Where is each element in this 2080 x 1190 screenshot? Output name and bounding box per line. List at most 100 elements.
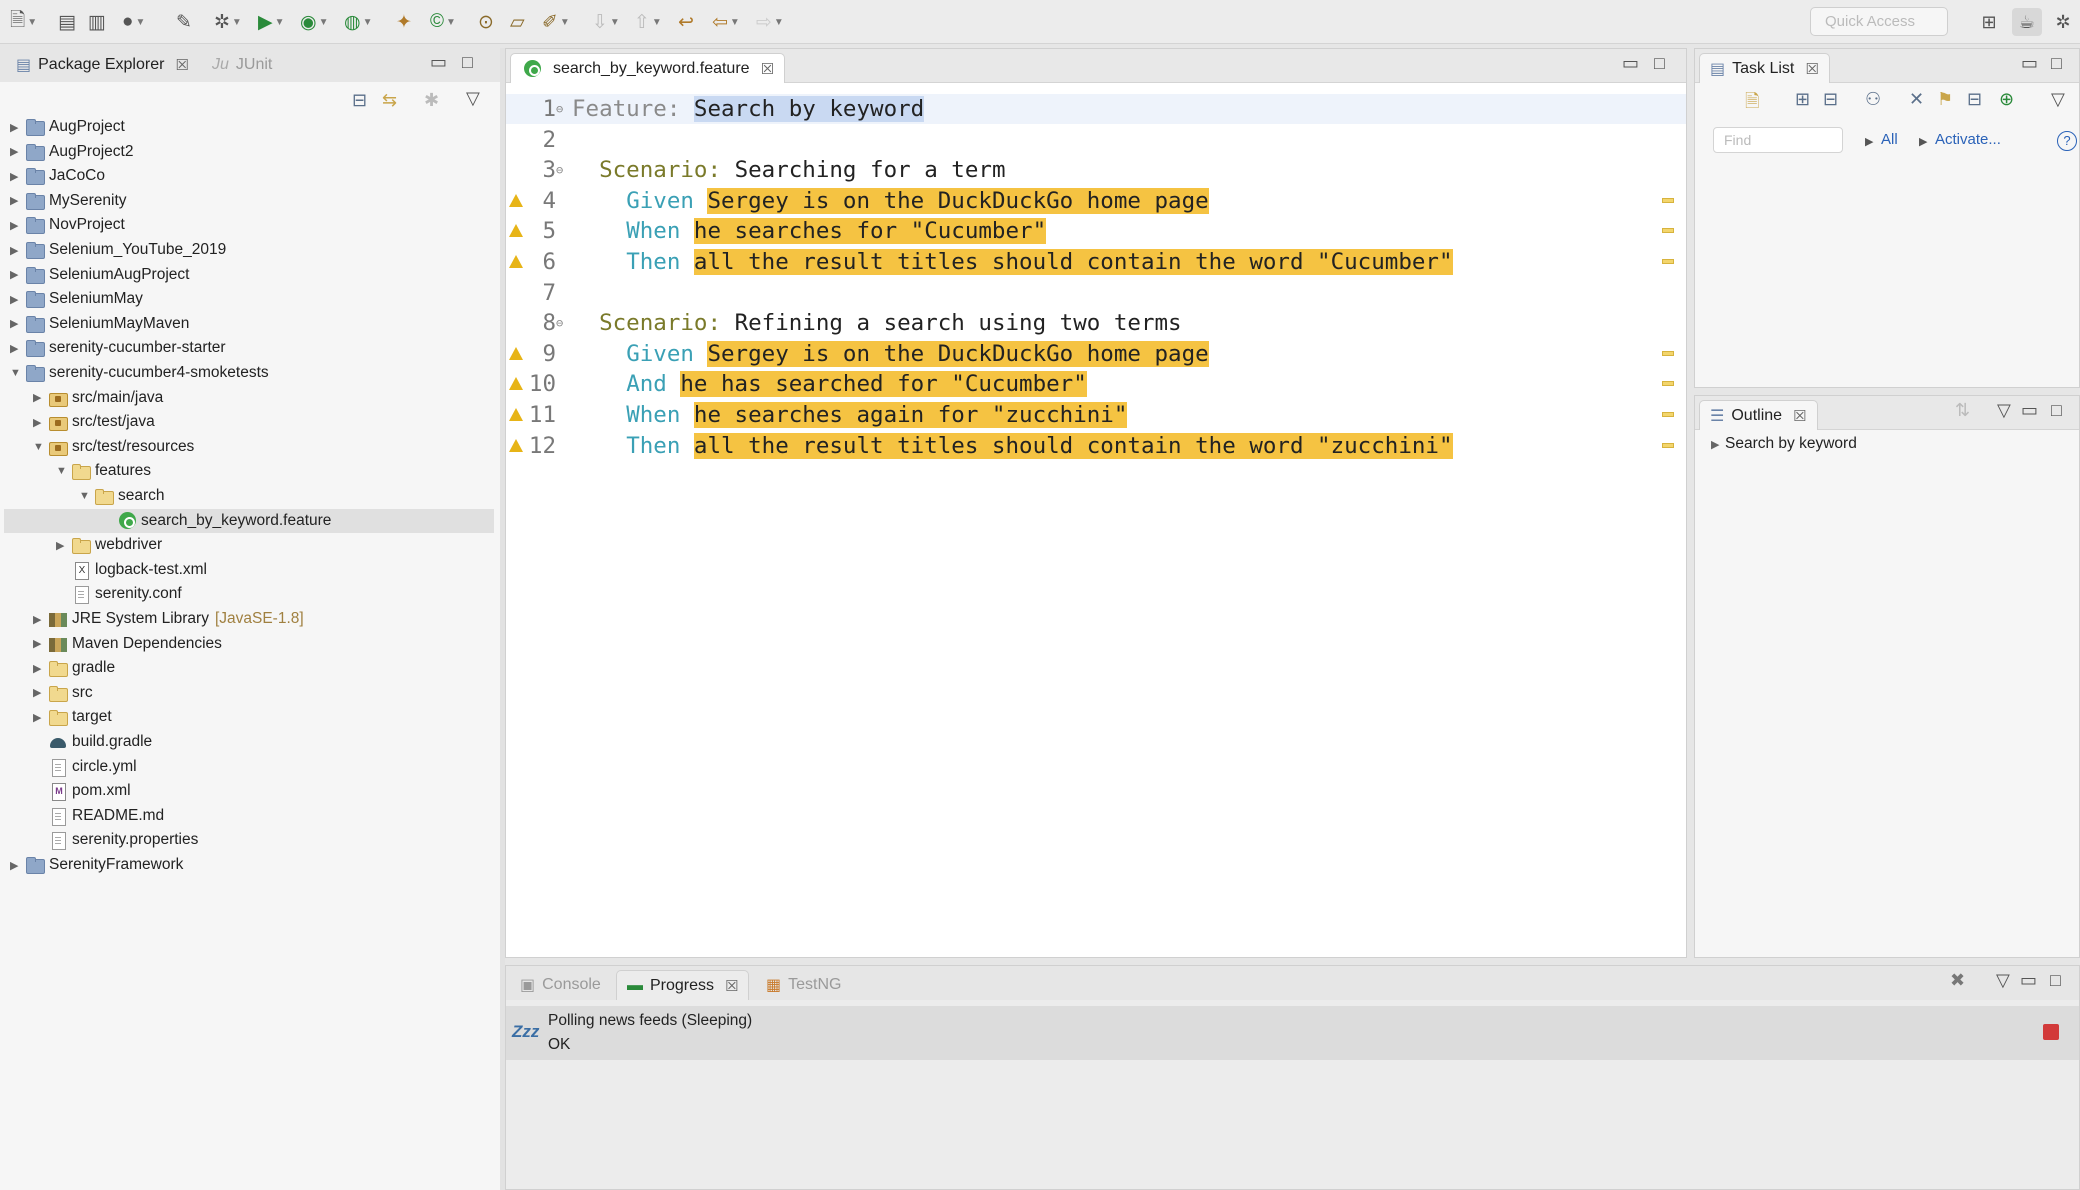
next-annotation-icon[interactable]: ⇩ ▼: [592, 8, 620, 36]
all-link[interactable]: All: [1881, 131, 1898, 148]
code-editor[interactable]: 1 ⊖ Feature: Search by keyword 2 3 ⊖ Scenario…: [506, 84, 1686, 957]
tree-item[interactable]: ▼ features: [56, 459, 151, 483]
tree-item[interactable]: ▶ SeleniumAugProject: [10, 263, 189, 287]
chevron-right-icon[interactable]: ▶: [10, 317, 24, 330]
overview-ruler-mark[interactable]: [1662, 381, 1674, 387]
tree-item[interactable]: ▶ target: [33, 705, 112, 729]
collapse-all-icon[interactable]: ⊟: [1967, 89, 1982, 110]
tab-outline[interactable]: ☰ Outline ☒: [1699, 400, 1818, 430]
new-package-icon[interactable]: ✦: [396, 8, 412, 36]
tree-item[interactable]: ▼ search: [79, 484, 165, 508]
chevron-right-icon[interactable]: ▶: [10, 244, 24, 257]
new-wizard-icon[interactable]: 🗎 ▼: [10, 8, 37, 36]
tree-item[interactable]: ▶ SerenityFramework: [10, 853, 183, 877]
minimize-icon[interactable]: ▭: [2020, 970, 2037, 991]
code-line[interactable]: 12 Then all the result titles should con…: [506, 431, 1686, 461]
close-icon[interactable]: ☒: [1805, 60, 1818, 78]
chevron-right-icon[interactable]: ▶: [10, 121, 24, 134]
tree-item[interactable]: ▼ serenity-cucumber4-smoketests: [10, 361, 269, 385]
maximize-icon[interactable]: □: [2051, 53, 2062, 74]
tree-item[interactable]: circle.yml: [33, 755, 137, 779]
tree-item[interactable]: ▶ SeleniumMay: [10, 287, 143, 311]
code-line[interactable]: 9 Given Sergey is on the DuckDuckGo home…: [506, 339, 1686, 369]
debug-perspective-icon[interactable]: ✲: [2048, 8, 2078, 36]
tree-item[interactable]: ▶ Selenium_YouTube_2019: [10, 238, 226, 262]
code-line[interactable]: 1 ⊖ Feature: Search by keyword: [506, 94, 1686, 124]
categorized-icon[interactable]: ⊞: [1795, 89, 1810, 110]
code-line[interactable]: 4 Given Sergey is on the DuckDuckGo home…: [506, 186, 1686, 216]
code-line[interactable]: 5 When he searches for "Cucumber": [506, 216, 1686, 246]
tree-item[interactable]: ▶ src/main/java: [33, 386, 163, 410]
view-menu-icon[interactable]: ▽: [2051, 89, 2065, 110]
code-line[interactable]: 8 ⊖ Scenario: Refining a search using two…: [506, 308, 1686, 338]
overview-ruler-mark[interactable]: [1662, 228, 1674, 234]
quick-access-input[interactable]: Quick Access: [1810, 7, 1948, 36]
chevron-right-icon[interactable]: ▶: [10, 219, 24, 232]
chevron-right-icon[interactable]: ▶: [10, 293, 24, 306]
overview-ruler-mark[interactable]: [1662, 442, 1674, 448]
save-icon[interactable]: ▤: [58, 8, 76, 36]
chevron-right-icon[interactable]: ▶: [33, 686, 47, 699]
chevron-right-icon[interactable]: ▶: [10, 859, 24, 872]
external-tools-icon[interactable]: ◍ ▼: [344, 8, 373, 36]
tree-item[interactable]: ▶ serenity-cucumber-starter: [10, 336, 226, 360]
tree-item[interactable]: pom.xml: [33, 779, 131, 803]
code-line[interactable]: 6 Then all the result titles should cont…: [506, 247, 1686, 277]
skip-breakpoints-icon[interactable]: ✎: [176, 8, 192, 36]
task-find-input[interactable]: Find: [1713, 127, 1843, 153]
maximize-icon[interactable]: □: [2050, 970, 2061, 991]
maximize-icon[interactable]: □: [2051, 400, 2062, 421]
tab-search-by-keyword-feature[interactable]: search_by_keyword.feature ☒: [510, 53, 786, 83]
chevron-right-icon[interactable]: ▶: [10, 342, 24, 355]
help-icon[interactable]: ?: [2057, 131, 2077, 151]
code-line[interactable]: 7: [506, 278, 1686, 308]
chevron-right-icon[interactable]: ▶: [33, 711, 47, 724]
save-all-icon[interactable]: ▥: [88, 8, 106, 36]
tab-junit[interactable]: Ju JUnit: [202, 50, 282, 80]
chevron-right-icon[interactable]: ▶: [10, 170, 24, 183]
tree-item[interactable]: ▶ AugProject: [10, 115, 125, 139]
tree-item[interactable]: build.gradle: [33, 730, 152, 754]
forward-icon[interactable]: ⇨ ▼: [756, 8, 784, 36]
new-task-icon[interactable]: 🗎: [1745, 89, 1759, 119]
view-menu-icon[interactable]: ▽: [1997, 400, 2011, 421]
fold-icon[interactable]: ⊖: [556, 155, 563, 185]
minimize-icon[interactable]: ▭: [430, 52, 447, 73]
open-folder-icon[interactable]: ▱: [510, 8, 525, 36]
chevron-right-icon[interactable]: ▶: [33, 416, 47, 429]
fold-icon[interactable]: ⊖: [556, 94, 563, 124]
tab-console[interactable]: ▣ Console: [510, 970, 611, 1000]
chevron-down-icon[interactable]: ▼: [10, 367, 24, 379]
link-with-editor-icon[interactable]: ⇆: [382, 90, 397, 111]
chevron-right-icon[interactable]: ▶: [10, 268, 24, 281]
chevron-down-icon[interactable]: ▼: [33, 441, 47, 453]
debug-icon[interactable]: ✲ ▼: [214, 8, 242, 36]
chevron-right-icon[interactable]: ▶: [1711, 438, 1725, 451]
tree-item[interactable]: ▶ AugProject2: [10, 140, 133, 164]
maximize-icon[interactable]: □: [462, 52, 473, 73]
view-menu-icon[interactable]: ▽: [1996, 970, 2010, 991]
overview-ruler-mark[interactable]: [1662, 350, 1674, 356]
tree-item[interactable]: ▶ src/test/java: [33, 410, 155, 434]
run-icon[interactable]: ▶ ▼: [258, 8, 285, 36]
view-menu-icon[interactable]: ▽: [466, 88, 480, 109]
overview-ruler-mark[interactable]: [1662, 412, 1674, 417]
tree-item[interactable]: ▶ gradle: [33, 656, 115, 680]
new-class-icon[interactable]: © ▼: [430, 8, 456, 36]
sort-icon[interactable]: ⇅: [1955, 400, 1970, 421]
repositories-icon[interactable]: ⊕: [1999, 89, 2014, 110]
scheduled-icon[interactable]: ⊟: [1823, 89, 1838, 110]
chevron-right-icon[interactable]: ▶: [33, 662, 47, 675]
tree-item[interactable]: ▶ JRE System Library [JavaSE-1.8]: [33, 607, 304, 631]
tab-testng[interactable]: ▦ TestNG: [756, 970, 851, 1000]
chevron-right-icon[interactable]: ▶: [33, 637, 47, 650]
chevron-right-icon[interactable]: ▶: [33, 391, 47, 404]
close-icon[interactable]: ☒: [175, 56, 188, 74]
last-edit-icon[interactable]: ↩: [678, 8, 694, 36]
tree-item[interactable]: ▶ JaCoCo: [10, 164, 105, 188]
tree-item[interactable]: ▶ src: [33, 681, 93, 705]
back-icon[interactable]: ⇦ ▼: [712, 8, 740, 36]
close-icon[interactable]: ☒: [725, 977, 738, 995]
minimize-icon[interactable]: ▭: [2021, 400, 2038, 421]
tree-item[interactable]: search_by_keyword.feature: [4, 508, 494, 533]
